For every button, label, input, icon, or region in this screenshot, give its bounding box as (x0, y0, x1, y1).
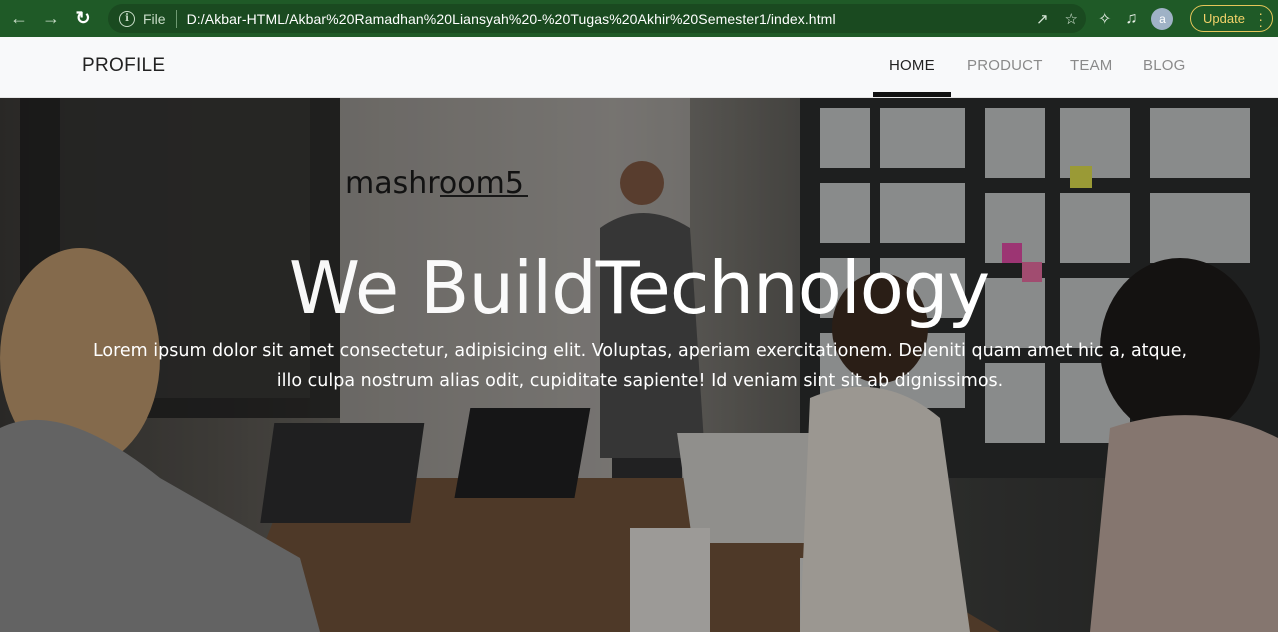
browser-toolbar: ← → ↻ i File D:/Akbar-HTML/Akbar%20Ramad… (0, 0, 1278, 37)
hero-section: mashroom5 We BuildTechnology Lorem ipsum… (0, 98, 1278, 632)
toolbar-actions: ✧ ♫ a (1098, 0, 1174, 37)
forward-icon[interactable]: → (38, 6, 64, 32)
hero-title-part1: We Build (288, 246, 597, 330)
brand-logo[interactable]: PROFILE (82, 55, 165, 77)
update-button[interactable]: Update · · · (1190, 5, 1273, 32)
media-icon[interactable]: ♫ (1125, 10, 1137, 28)
omnibox-actions: ↗ ☆ (1036, 4, 1078, 33)
back-icon[interactable]: ← (6, 6, 32, 32)
star-icon[interactable]: ☆ (1065, 10, 1078, 28)
nav-item-home[interactable]: HOME (889, 57, 935, 74)
nav-item-blog[interactable]: BLOG (1143, 57, 1185, 74)
hero-description: Lorem ipsum dolor sit amet consectetur, … (92, 341, 1188, 391)
reload-icon[interactable]: ↻ (70, 6, 96, 32)
file-label: File (143, 10, 166, 27)
avatar[interactable]: a (1151, 7, 1174, 30)
active-nav-indicator (873, 92, 951, 97)
address-bar[interactable]: i File D:/Akbar-HTML/Akbar%20Ramadhan%20… (108, 4, 1086, 33)
nav-item-product[interactable]: PRODUCT (967, 57, 1043, 74)
url-text[interactable]: D:/Akbar-HTML/Akbar%20Ramadhan%20Liansya… (187, 11, 836, 27)
site-navbar: PROFILE HOME PRODUCT TEAM BLOG (0, 37, 1278, 98)
omnibox-divider (175, 9, 177, 28)
update-label: Update (1203, 11, 1245, 26)
extensions-icon[interactable]: ✧ (1098, 9, 1111, 29)
hero-title-part2: Technology (595, 246, 990, 330)
share-icon[interactable]: ↗ (1036, 10, 1049, 28)
info-icon[interactable]: i (119, 10, 135, 27)
nav-item-team[interactable]: TEAM (1070, 57, 1112, 74)
hero-title: We BuildTechnology (0, 246, 1278, 330)
menu-dots-icon[interactable]: · · · (1258, 6, 1263, 32)
